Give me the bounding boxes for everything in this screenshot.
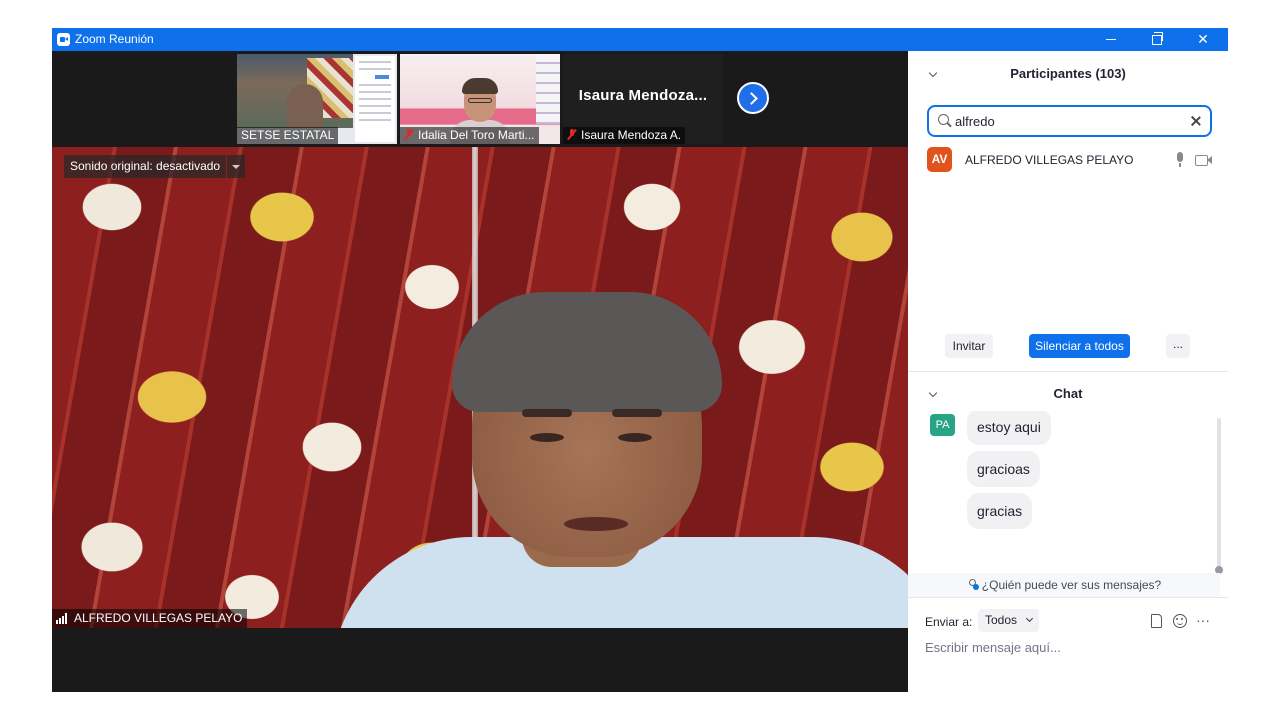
participant-name: ALFREDO VILLEGAS PELAYO (965, 153, 1134, 167)
clear-search-icon[interactable] (1190, 115, 1202, 127)
thumbnail-name-text: Idalia Del Toro Marti... (418, 128, 535, 142)
close-button[interactable]: ✕ (1180, 28, 1226, 51)
chat-messages[interactable]: PA estoy aqui gracioas gracias (908, 411, 1228, 571)
close-icon: ✕ (1197, 31, 1209, 47)
original-sound-toggle[interactable]: Sonido original: desactivado (64, 155, 246, 178)
person-glasses (468, 98, 492, 103)
minimize-button[interactable] (1088, 28, 1134, 51)
speaker-eye (530, 433, 564, 442)
speaker-name: ALFREDO VILLEGAS PELAYO (74, 611, 243, 625)
send-to-label: Enviar a: (925, 615, 973, 629)
chat-scrollbar[interactable] (1215, 418, 1223, 574)
restore-icon (1152, 31, 1163, 45)
speaker-name-tag: ALFREDO VILLEGAS PELAYO (52, 609, 247, 628)
avatar: PA (930, 414, 955, 436)
thumbnail-name-text: Isaura Mendoza A. (581, 128, 682, 142)
speaker-eye (618, 433, 652, 442)
chat-message: gracioas (967, 451, 1040, 487)
emoji-icon[interactable] (1173, 614, 1187, 628)
title-bar: Zoom Reunión ✕ (52, 28, 1228, 51)
send-to-value[interactable]: Todos (985, 613, 1017, 627)
search-input[interactable] (955, 111, 1175, 131)
side-panel: Participantes (103) AV ALFREDO VILLEGAS … (908, 51, 1228, 692)
signal-strength-icon (56, 613, 70, 624)
microphone-icon[interactable] (1174, 152, 1186, 168)
zoom-app-icon (57, 33, 70, 46)
file-icon[interactable] (1151, 614, 1162, 628)
minimize-icon (1106, 39, 1116, 40)
main-speaker-video: Sonido original: desactivado ALFREDO VIL… (52, 147, 908, 628)
shared-screen-preview (237, 54, 353, 128)
send-to-dropdown[interactable]: Todos (978, 609, 1040, 632)
divider (908, 371, 1228, 372)
participant-display-name: Isaura Mendoza... (578, 87, 708, 104)
participant-list-item[interactable]: AV ALFREDO VILLEGAS PELAYO (908, 146, 1228, 176)
speaker-hair (452, 292, 722, 412)
thumbnail-name: Isaura Mendoza A. (563, 127, 686, 144)
more-options-button[interactable]: ... (1166, 334, 1190, 358)
participant-thumbnail[interactable]: SETSE ESTATAL (237, 54, 397, 144)
video-area: SETSE ESTATAL Idalia Del Toro Marti... I… (52, 51, 908, 692)
who-can-see-link[interactable]: ¿Quién puede ver sus mensajes? (908, 573, 1220, 597)
participants-title: Participantes (103) (1010, 66, 1126, 81)
thumbnail-name: Idalia Del Toro Marti... (400, 127, 539, 144)
avatar: AV (927, 147, 952, 172)
chat-message: estoy aqui (967, 411, 1051, 445)
screen-side-panel (355, 56, 395, 142)
window-title: Zoom Reunión (75, 32, 154, 46)
who-can-see-text[interactable]: ¿Quién puede ver sus mensajes? (982, 578, 1161, 592)
restore-button[interactable] (1134, 28, 1180, 51)
chat-message-input[interactable] (925, 636, 1215, 658)
speaker-brow (522, 409, 572, 417)
chat-title: Chat (1053, 386, 1083, 401)
divider (908, 597, 1228, 598)
muted-mic-icon (404, 129, 414, 140)
chevron-down-icon[interactable] (227, 155, 246, 178)
mute-all-button[interactable]: Silenciar a todos (1029, 334, 1130, 358)
person-hair (462, 78, 498, 94)
participant-thumbnail[interactable]: Isaura Mendoza... Isaura Mendoza A. (563, 54, 723, 144)
participant-thumbnail[interactable]: Idalia Del Toro Marti... (400, 54, 560, 144)
invite-button[interactable]: Invitar (945, 334, 993, 358)
chevron-right-icon (745, 91, 758, 105)
zoom-window: Zoom Reunión ✕ SETSE ESTATAL Idalia Del … (52, 28, 1228, 692)
next-thumbnails-button[interactable] (737, 82, 769, 114)
search-icon (938, 114, 949, 125)
thumbnail-name: SETSE ESTATAL (237, 127, 339, 144)
wall-poster (536, 54, 560, 124)
person-icon (967, 579, 979, 590)
chat-message: gracias (967, 493, 1033, 529)
speaker-mouth (564, 517, 628, 531)
original-sound-label[interactable]: Sonido original: desactivado (64, 155, 227, 178)
muted-mic-icon (567, 129, 577, 140)
chevron-down-icon (1025, 614, 1034, 623)
more-icon[interactable]: ··· (1196, 613, 1210, 627)
participant-search[interactable] (927, 105, 1212, 137)
camera-icon[interactable] (1195, 155, 1213, 166)
thumbnail-name-text: SETSE ESTATAL (241, 128, 335, 142)
speaker-brow (612, 409, 662, 417)
person-silhouette (287, 84, 323, 128)
